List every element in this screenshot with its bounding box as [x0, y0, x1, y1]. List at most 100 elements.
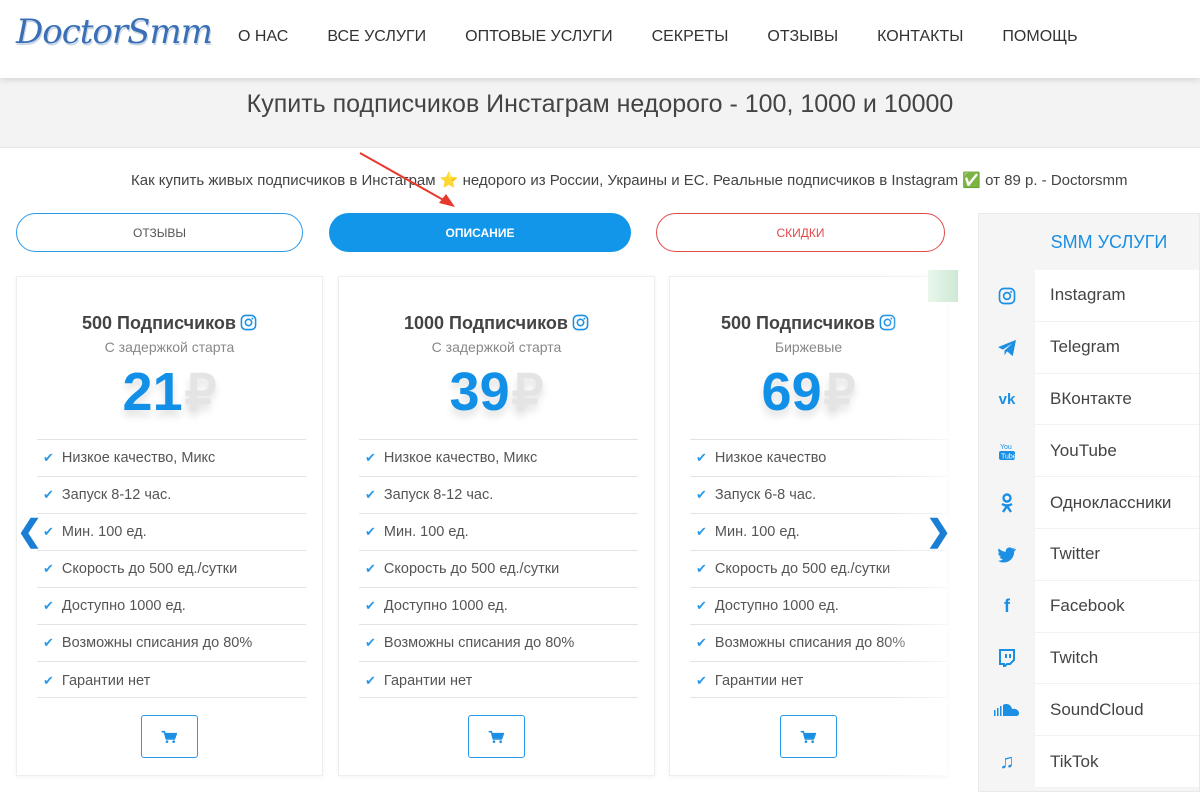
check-icon: ✔ [365, 561, 376, 576]
sidebar-item-instagram[interactable]: Instagram [979, 270, 1199, 322]
feature-text: Запуск 8-12 час. [61, 487, 172, 503]
pricing-card: 1000 Подписчиков С задержкой старта 39₽ … [338, 276, 655, 776]
tab-discounts[interactable]: СКИДКИ [656, 213, 945, 252]
sidebar-item-label: Twitch [1035, 632, 1199, 685]
page-description: Как купить живых подписчиков в Инстаграм… [131, 171, 1128, 189]
nav-wholesale[interactable]: ОПТОВЫЕ УСЛУГИ [465, 28, 612, 46]
sidebar-item-label: Одноклассники [1035, 477, 1199, 529]
feature-item: ✔ Запуск 8-12 час. [37, 477, 306, 514]
sidebar-item-label: Facebook [1035, 580, 1199, 633]
sidebar-item-vk[interactable]: vk ВКонтакте [979, 373, 1199, 426]
smm-services-sidebar: SMM УСЛУГИ Instagram Telegram vk ВКонтак… [978, 213, 1200, 792]
tab-reviews[interactable]: ОТЗЫВЫ [16, 213, 303, 252]
sidebar-item-label: Telegram [1035, 321, 1199, 374]
youtube-icon: You Tube [979, 441, 1035, 461]
carousel-next-button[interactable]: ❯ [926, 514, 951, 549]
checkmark-emoji-icon: ✅ [962, 172, 981, 189]
check-icon: ✔ [696, 487, 707, 502]
cart-icon [800, 730, 816, 743]
add-to-cart-button[interactable] [467, 715, 525, 758]
sidebar-item-label: TikTok [1035, 736, 1199, 788]
carousel-prev-button[interactable]: ❮ [17, 514, 42, 549]
twitch-icon [979, 649, 1035, 668]
feature-text: Скорость до 500 ед./сутки [61, 561, 238, 577]
add-to-cart-button[interactable] [779, 715, 837, 758]
feature-list: ✔ Низкое качество, Микс ✔ Запуск 8-12 час.… [37, 439, 306, 699]
sidebar-item-soundcloud[interactable]: SoundCloud [979, 684, 1199, 737]
card-title: 500 Подписчиков [17, 313, 322, 334]
description-text-2: недорого из России, Украины и ЕС. Реальн… [458, 172, 963, 189]
feature-item: ✔ Скорость до 500 ед./сутки [690, 551, 947, 588]
feature-item: ✔ Гарантии нет [37, 662, 306, 699]
feature-text: Запуск 8-12 час. [383, 487, 494, 503]
feature-item: ✔ Скорость до 500 ед./сутки [37, 551, 306, 588]
check-icon: ✔ [43, 672, 54, 688]
facebook-icon: f [1004, 596, 1010, 617]
check-icon: ✔ [696, 598, 707, 613]
feature-item: ✔ Доступно 1000 ед. [359, 588, 638, 625]
feature-text: Гарантии нет [714, 672, 804, 689]
feature-text: Возможны списания до 80% [714, 635, 906, 651]
site-logo[interactable]: DoctorSmm [16, 12, 213, 52]
card-price: 21₽ [17, 361, 322, 423]
sidebar-item-twitch[interactable]: Twitch [979, 632, 1199, 685]
feature-item: ✔ Низкое качество, Микс [37, 440, 306, 477]
card-title-text: 500 Подписчиков [82, 313, 236, 333]
sidebar-item-odnoklassniki[interactable]: Одноклассники [979, 477, 1199, 529]
add-to-cart-button[interactable] [140, 715, 198, 758]
card-subtitle: С задержкой старта [431, 339, 562, 355]
check-icon: ✔ [365, 450, 376, 465]
nav-all-services[interactable]: ВСЕ УСЛУГИ [327, 28, 426, 46]
pricing-card: 500 Подписчиков Биржевые 69₽ ✔ Низкое кач… [669, 276, 948, 776]
nav-contacts[interactable]: КОНТАКТЫ [877, 28, 963, 46]
feature-item: ✔ Низкое качество [690, 440, 947, 477]
feature-item: ✔ Скорость до 500 ед./сутки [359, 551, 638, 588]
check-icon: ✔ [696, 450, 707, 465]
feature-list: ✔ Низкое качество, Микс ✔ Запуск 8-12 час.… [359, 439, 638, 699]
feature-item: ✔ Запуск 6-8 час. [690, 477, 947, 514]
card-title: 500 Подписчиков [670, 313, 947, 334]
svg-text:Tube: Tube [1001, 454, 1015, 461]
description-text-3: от 89 р. - Doctorsmm [980, 172, 1128, 189]
feature-text: Скорость до 500 ед./сутки [383, 561, 560, 577]
soundcloud-icon [979, 703, 1035, 717]
page-title: Купить подписчиков Инстаграм недорого - … [246, 90, 954, 118]
feature-item: ✔ Гарантии нет [359, 662, 638, 699]
sidebar-item-tiktok[interactable]: ♫ TikTok [979, 736, 1199, 788]
nav-help[interactable]: ПОМОЩЬ [1002, 28, 1077, 46]
check-icon: ✔ [365, 598, 376, 613]
feature-item: ✔ Гарантии нет [690, 662, 947, 699]
site-header: DoctorSmm О НАС ВСЕ УСЛУГИ ОПТОВЫЕ УСЛУГ… [0, 0, 1200, 78]
card-title-text: 1000 Подписчиков [404, 313, 568, 333]
feature-item: ✔ Запуск 8-12 час. [359, 477, 638, 514]
sidebar-item-telegram[interactable]: Telegram [979, 321, 1199, 374]
feature-item: ✔ Мин. 100 ед. [37, 514, 306, 551]
instagram-icon [240, 314, 257, 331]
sidebar-item-facebook[interactable]: f Facebook [979, 580, 1199, 633]
vk-icon: vk [998, 390, 1016, 408]
price-value: 69 [761, 362, 822, 422]
sidebar-item-label: Instagram [1035, 270, 1199, 322]
sidebar-item-twitter[interactable]: Twitter [979, 528, 1199, 581]
card-divider [359, 697, 638, 698]
cart-icon [161, 730, 177, 743]
check-icon: ✔ [43, 524, 54, 539]
cart-icon [488, 730, 504, 743]
tab-description[interactable]: ОПИСАНИЕ [329, 213, 631, 252]
nav-about[interactable]: О НАС [238, 28, 288, 46]
feature-item: ✔ Возможны списания до 80% [359, 625, 638, 662]
sidebar-item-youtube[interactable]: You Tube YouTube [979, 425, 1199, 478]
feature-item: ✔ Низкое качество, Микс [359, 440, 638, 477]
feature-text: Доступно 1000 ед. [61, 598, 186, 614]
nav-secrets[interactable]: СЕКРЕТЫ [652, 28, 729, 46]
odnoklassniki-icon [979, 493, 1035, 513]
card-subtitle: С задержкой старта [104, 339, 235, 355]
feature-item: ✔ Мин. 100 ед. [359, 514, 638, 551]
feature-list: ✔ Низкое качество ✔ Запуск 6-8 час. ✔ Мин. … [690, 439, 947, 699]
instagram-icon [879, 314, 896, 331]
feature-text: Мин. 100 ед. [714, 524, 800, 540]
feature-text: Возможны списания до 80% [383, 635, 575, 651]
instagram-icon [979, 287, 1035, 305]
nav-reviews[interactable]: ОТЗЫВЫ [767, 28, 838, 46]
feature-text: Мин. 100 ед. [61, 524, 147, 540]
